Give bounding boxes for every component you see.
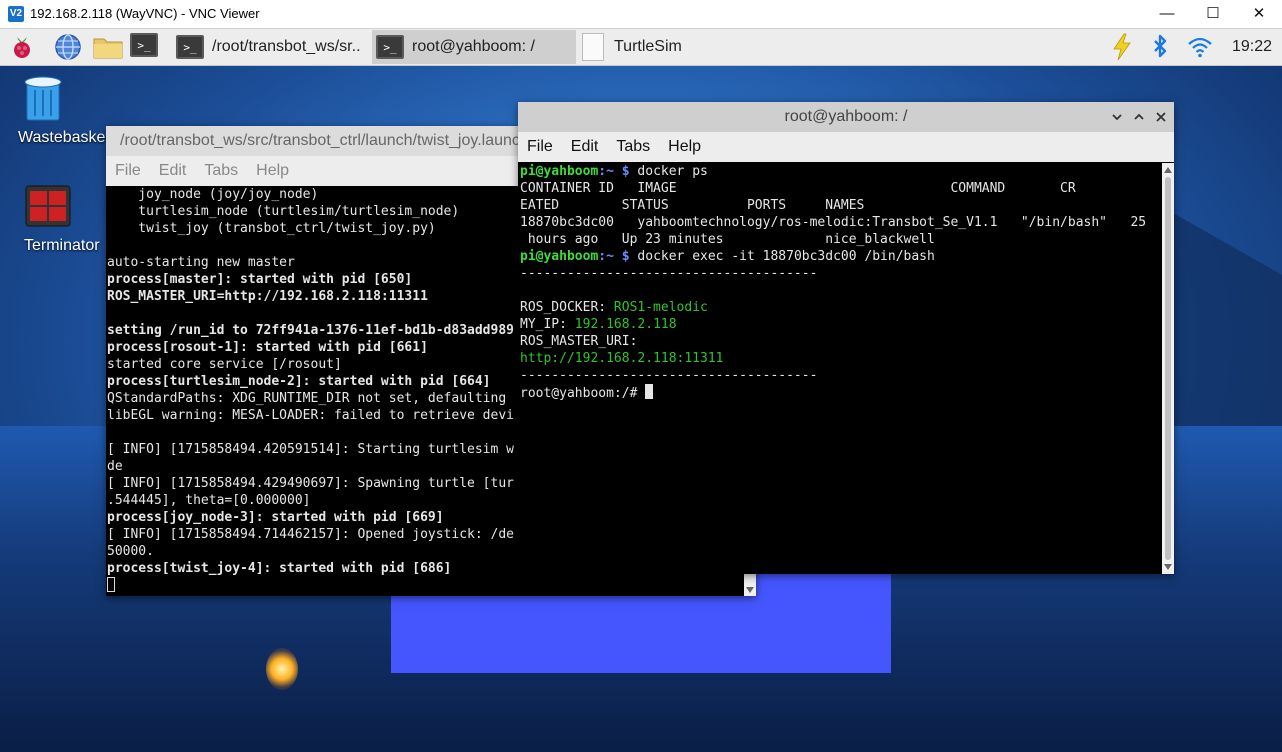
task-label: TurtleSim	[614, 38, 682, 55]
scroll-up-arrow-icon[interactable]	[1162, 165, 1174, 175]
terminator-label: Terminator	[24, 237, 100, 254]
terminal-icon: >_	[176, 35, 204, 59]
menu-edit[interactable]: Edit	[150, 156, 196, 186]
terminal-output[interactable]: pi@yahboom:~ $ docker ps CONTAINER ID IMA…	[518, 163, 1162, 574]
vnc-window-title: 192.168.2.118 (WayVNC) - VNC Viewer	[30, 6, 260, 21]
menu-file[interactable]: File	[106, 156, 150, 186]
minimize-button[interactable]: —	[1144, 2, 1190, 26]
text-cursor	[107, 577, 115, 592]
task-root-yahboom-terminal[interactable]: >_ root@yahboom: /	[372, 30, 576, 64]
task-twist-joy-terminal[interactable]: >_ /root/transbot_ws/sr..	[172, 30, 372, 64]
terminal-window-root-yahboom[interactable]: root@yahboom: / File Edit Tabs Help pi@yahb…	[518, 102, 1174, 574]
task-turtlesim[interactable]: TurtleSim	[578, 30, 732, 64]
web-browser-icon[interactable]	[54, 33, 82, 61]
menu-file[interactable]: File	[518, 132, 562, 162]
menu-tabs[interactable]: Tabs	[607, 132, 659, 162]
taskbar-panel: >_ >_ /root/transbot_ws/sr.. >_ root@yah…	[0, 29, 1282, 66]
close-button[interactable]: ✕	[1236, 2, 1282, 26]
terminal-title: root@yahboom: /	[518, 102, 1174, 132]
scroll-down-arrow-icon[interactable]	[1162, 562, 1174, 572]
scrollbar[interactable]	[744, 574, 756, 596]
scrollbar-thumb[interactable]	[1165, 177, 1171, 560]
close-icon[interactable]	[1154, 110, 1168, 124]
wifi-icon[interactable]	[1186, 33, 1214, 61]
file-manager-icon[interactable]	[92, 33, 124, 61]
chevron-up-icon[interactable]	[1132, 110, 1146, 124]
chevron-down-icon[interactable]	[1110, 110, 1124, 124]
terminal-icon: >_	[376, 35, 404, 59]
mouse-ibeam-cursor	[456, 299, 462, 317]
turtlesim-window-icon	[582, 33, 604, 61]
scroll-down-arrow-icon[interactable]	[744, 584, 756, 596]
vnc-titlebar: V2 192.168.2.118 (WayVNC) - VNC Viewer —…	[0, 0, 1282, 29]
terminator-desktop-icon[interactable]: Terminator	[24, 184, 114, 255]
scrollbar[interactable]	[1162, 163, 1174, 574]
menu-bar: File Edit Tabs Help	[518, 132, 1174, 162]
lantern-light	[266, 648, 298, 690]
text-cursor	[645, 384, 654, 399]
maximize-button[interactable]: ☐	[1190, 2, 1236, 26]
vnc-logo-icon: V2	[8, 6, 24, 22]
terminal-launcher-icon[interactable]: >_	[130, 33, 158, 61]
menu-help[interactable]: Help	[247, 156, 298, 186]
menu-edit[interactable]: Edit	[562, 132, 608, 162]
menu-help[interactable]: Help	[659, 132, 710, 162]
raspberry-menu-icon[interactable]	[8, 33, 36, 61]
task-label: root@yahboom: /	[412, 38, 535, 55]
menu-tabs[interactable]: Tabs	[195, 156, 247, 186]
lightning-bolt-icon[interactable]	[1108, 33, 1136, 61]
bluetooth-icon[interactable]	[1146, 33, 1174, 61]
clock[interactable]: 19:22	[1232, 30, 1276, 64]
task-label: /root/transbot_ws/sr..	[212, 38, 361, 55]
